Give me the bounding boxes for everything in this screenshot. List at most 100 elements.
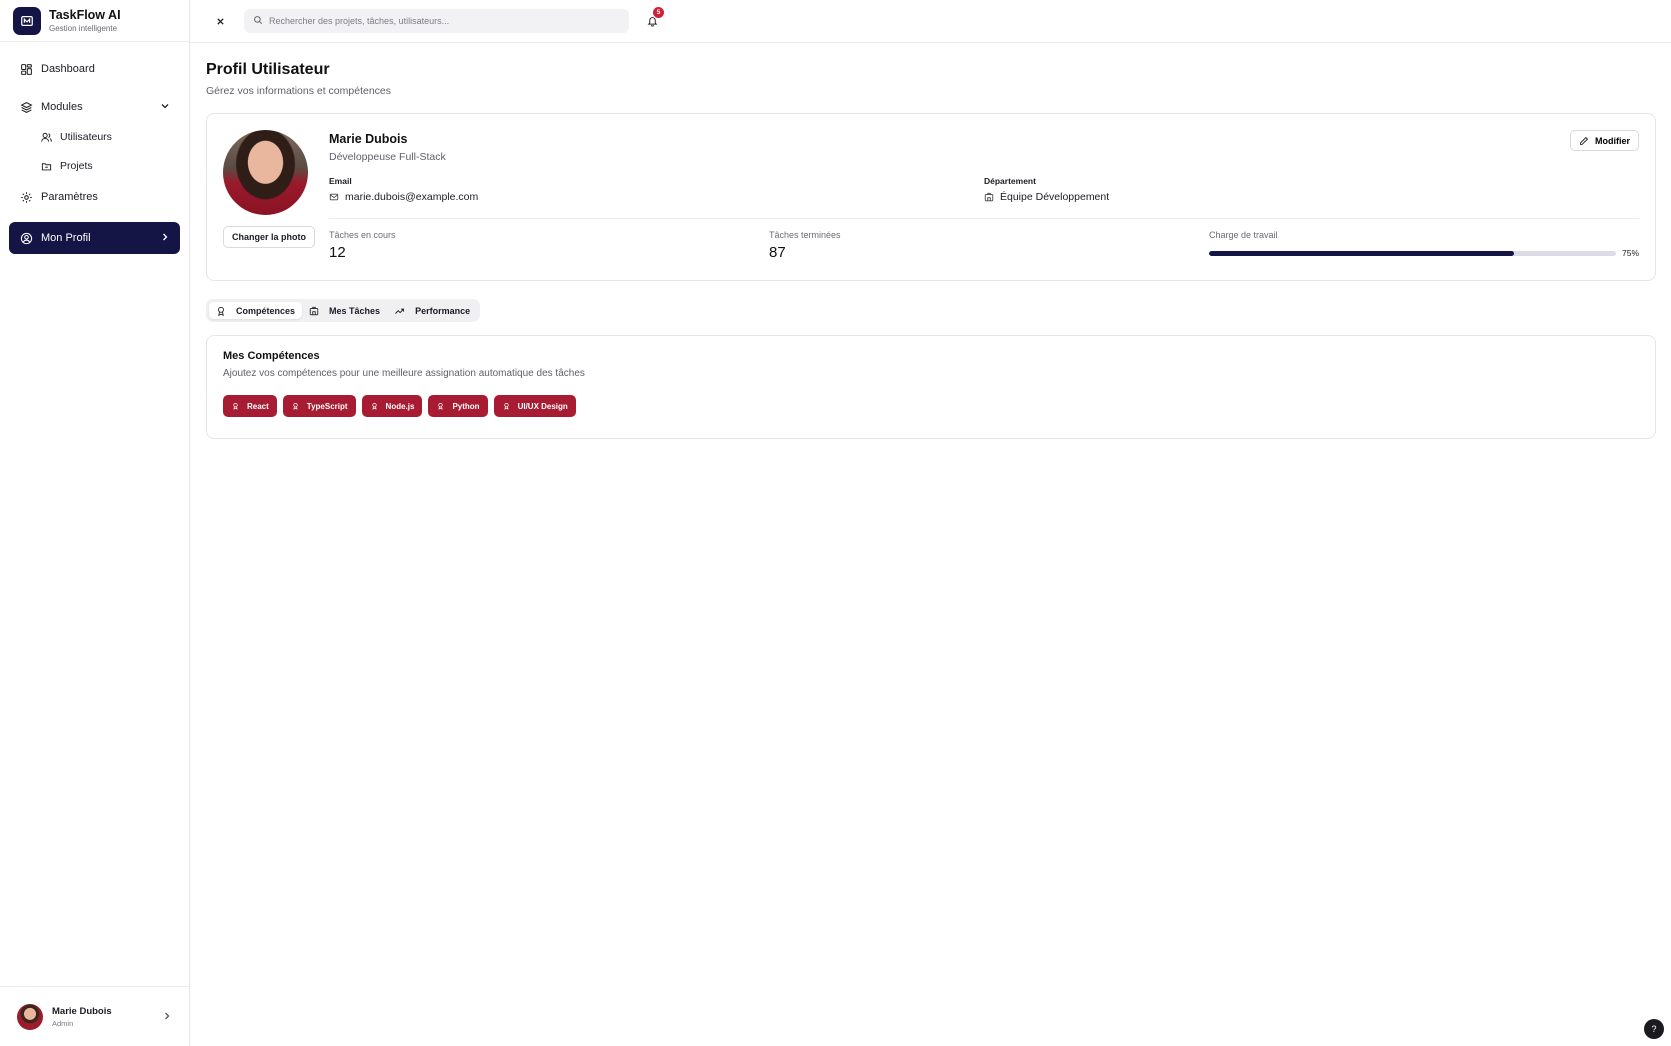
skill-badge[interactable]: Python: [428, 395, 488, 417]
profile-fields: Email marie.dubois@example.com Départeme…: [329, 176, 1639, 203]
edit-profile-button[interactable]: Modifier: [1570, 130, 1639, 151]
layers-icon: [19, 100, 33, 114]
profile-role: Développeuse Full-Stack: [329, 151, 446, 163]
chevron-right-icon: [162, 1008, 172, 1026]
page-subtitle: Gérez vos informations et compétences: [206, 85, 392, 97]
skill-badge[interactable]: Node.js: [361, 395, 423, 417]
brand-subtitle: Gestion intelligente: [49, 24, 118, 33]
search-input[interactable]: [269, 16, 609, 26]
change-photo-button[interactable]: Changer la photo: [223, 226, 315, 248]
building-icon: [309, 306, 319, 315]
profile-divider: [329, 218, 1639, 219]
skill-badge[interactable]: TypeScript: [282, 395, 356, 417]
skill-list: React TypeScript Node.js Python UI/UX De…: [223, 395, 1639, 417]
stat-label: Tâches terminées: [769, 230, 841, 240]
user-role: Admin: [52, 1018, 74, 1028]
avatar: [17, 1003, 43, 1030]
award-icon: [371, 403, 377, 410]
stat-value: 87: [769, 244, 786, 261]
profile-card: Changer la photo Marie Dubois Développeu…: [206, 113, 1656, 281]
help-button[interactable]: ?: [1644, 1019, 1664, 1039]
search-icon: [253, 12, 263, 30]
dashboard-icon: [19, 62, 33, 76]
sidebar-item-label: Modules: [41, 101, 83, 113]
trending-up-icon: [395, 308, 405, 314]
sidebar-item-label: Projets: [60, 160, 93, 172]
profile-name: Marie Dubois: [329, 132, 408, 146]
page-title: Profil Utilisateur: [206, 61, 330, 78]
sidebar-item-modules[interactable]: Modules: [9, 94, 180, 120]
modules-submenu: Utilisateurs Projets: [9, 126, 180, 177]
sidebar-user-menu[interactable]: Marie Dubois Admin: [0, 986, 189, 1046]
close-sidebar-button[interactable]: [213, 14, 227, 28]
search-bar[interactable]: [244, 9, 629, 33]
user-name: Marie Dubois: [52, 1005, 112, 1017]
skill-label: UI/UX Design: [517, 401, 568, 411]
user-circle-icon: [19, 231, 33, 245]
tab-label: Mes Tâches: [329, 305, 381, 316]
stat-label: Tâches en cours: [329, 230, 396, 240]
workload-progress-bar: [1209, 250, 1616, 256]
sidebar-item-projets[interactable]: Projets: [30, 155, 180, 177]
skill-label: TypeScript: [306, 401, 348, 411]
department-label: Département: [984, 176, 1036, 186]
stat-in-progress: Tâches en cours 12: [329, 230, 769, 261]
tab-competences[interactable]: Compétences: [209, 302, 303, 319]
stat-done: Tâches terminées 87: [769, 230, 1209, 261]
notifications-button[interactable]: 5: [647, 7, 664, 28]
folder-icon: [40, 160, 52, 172]
building-icon: [984, 192, 994, 202]
profile-stats: Tâches en cours 12 Tâches terminées 87 C…: [329, 230, 1639, 261]
chevron-down-icon: [160, 101, 170, 114]
skill-label: React: [247, 401, 269, 411]
tab-mes-taches[interactable]: Mes Tâches: [302, 302, 387, 319]
skills-title: Mes Compétences: [223, 350, 320, 362]
mail-icon: [329, 193, 339, 201]
award-icon: [293, 403, 298, 410]
skills-subtitle: Ajoutez vos compétences pour une meilleu…: [223, 368, 585, 379]
stat-value: 12: [329, 244, 346, 261]
department-value: Équipe Développement: [1000, 191, 1110, 203]
workload: Charge de travail 75%: [1209, 230, 1639, 261]
pencil-icon: [1580, 136, 1589, 145]
profile-tabs: Compétences Mes Tâches Performance: [206, 299, 481, 322]
sidebar-item-label: Mon Profil: [41, 232, 91, 244]
workload-progress-fill: [1209, 250, 1515, 256]
sidebar: TaskFlow AI Gestion intelligente Dashboa…: [0, 0, 190, 1046]
sidebar-item-label: Dashboard: [41, 63, 95, 75]
sidebar-item-mon-profil[interactable]: Mon Profil: [9, 222, 180, 254]
app-logo-icon: [13, 6, 41, 35]
sidebar-nav: Dashboard Modules Utilisateurs Projets P…: [0, 42, 189, 986]
email-field: Email marie.dubois@example.com: [329, 176, 984, 203]
skills-card: Mes Compétences Ajoutez vos compétences …: [206, 335, 1656, 439]
workload-label: Charge de travail: [1209, 230, 1278, 240]
email-value: marie.dubois@example.com: [345, 191, 479, 203]
sidebar-item-label: Utilisateurs: [60, 131, 112, 143]
tab-label: Performance: [415, 305, 471, 316]
profile-page: Profil Utilisateur Gérez vos information…: [190, 43, 1671, 439]
sidebar-item-label: Paramètres: [41, 191, 98, 203]
award-icon: [503, 403, 509, 410]
email-label: Email: [329, 176, 352, 186]
skill-badge[interactable]: UI/UX Design: [493, 395, 576, 417]
award-icon: [233, 403, 238, 410]
workload-percent: 75%: [1621, 248, 1639, 258]
users-icon: [40, 131, 52, 143]
profile-info: Marie Dubois Développeuse Full-Stack: [329, 132, 1639, 163]
skill-label: Node.js: [385, 401, 415, 411]
sidebar-item-dashboard[interactable]: Dashboard: [9, 56, 180, 82]
sidebar-item-parametres[interactable]: Paramètres: [9, 184, 180, 210]
tab-label: Compétences: [236, 305, 296, 316]
department-field: Département Équipe Développement: [984, 176, 1639, 203]
tab-performance[interactable]: Performance: [387, 302, 477, 319]
topbar: 5: [190, 0, 1671, 43]
edit-label: Modifier: [1595, 135, 1630, 146]
chevron-right-icon: [160, 232, 170, 245]
notification-badge: 5: [653, 7, 664, 18]
skill-label: Python: [452, 401, 480, 411]
profile-photo: [223, 130, 308, 215]
award-icon: [438, 403, 444, 410]
skill-badge[interactable]: React: [223, 395, 277, 417]
sidebar-item-utilisateurs[interactable]: Utilisateurs: [30, 126, 180, 148]
brand[interactable]: TaskFlow AI Gestion intelligente: [0, 0, 189, 42]
